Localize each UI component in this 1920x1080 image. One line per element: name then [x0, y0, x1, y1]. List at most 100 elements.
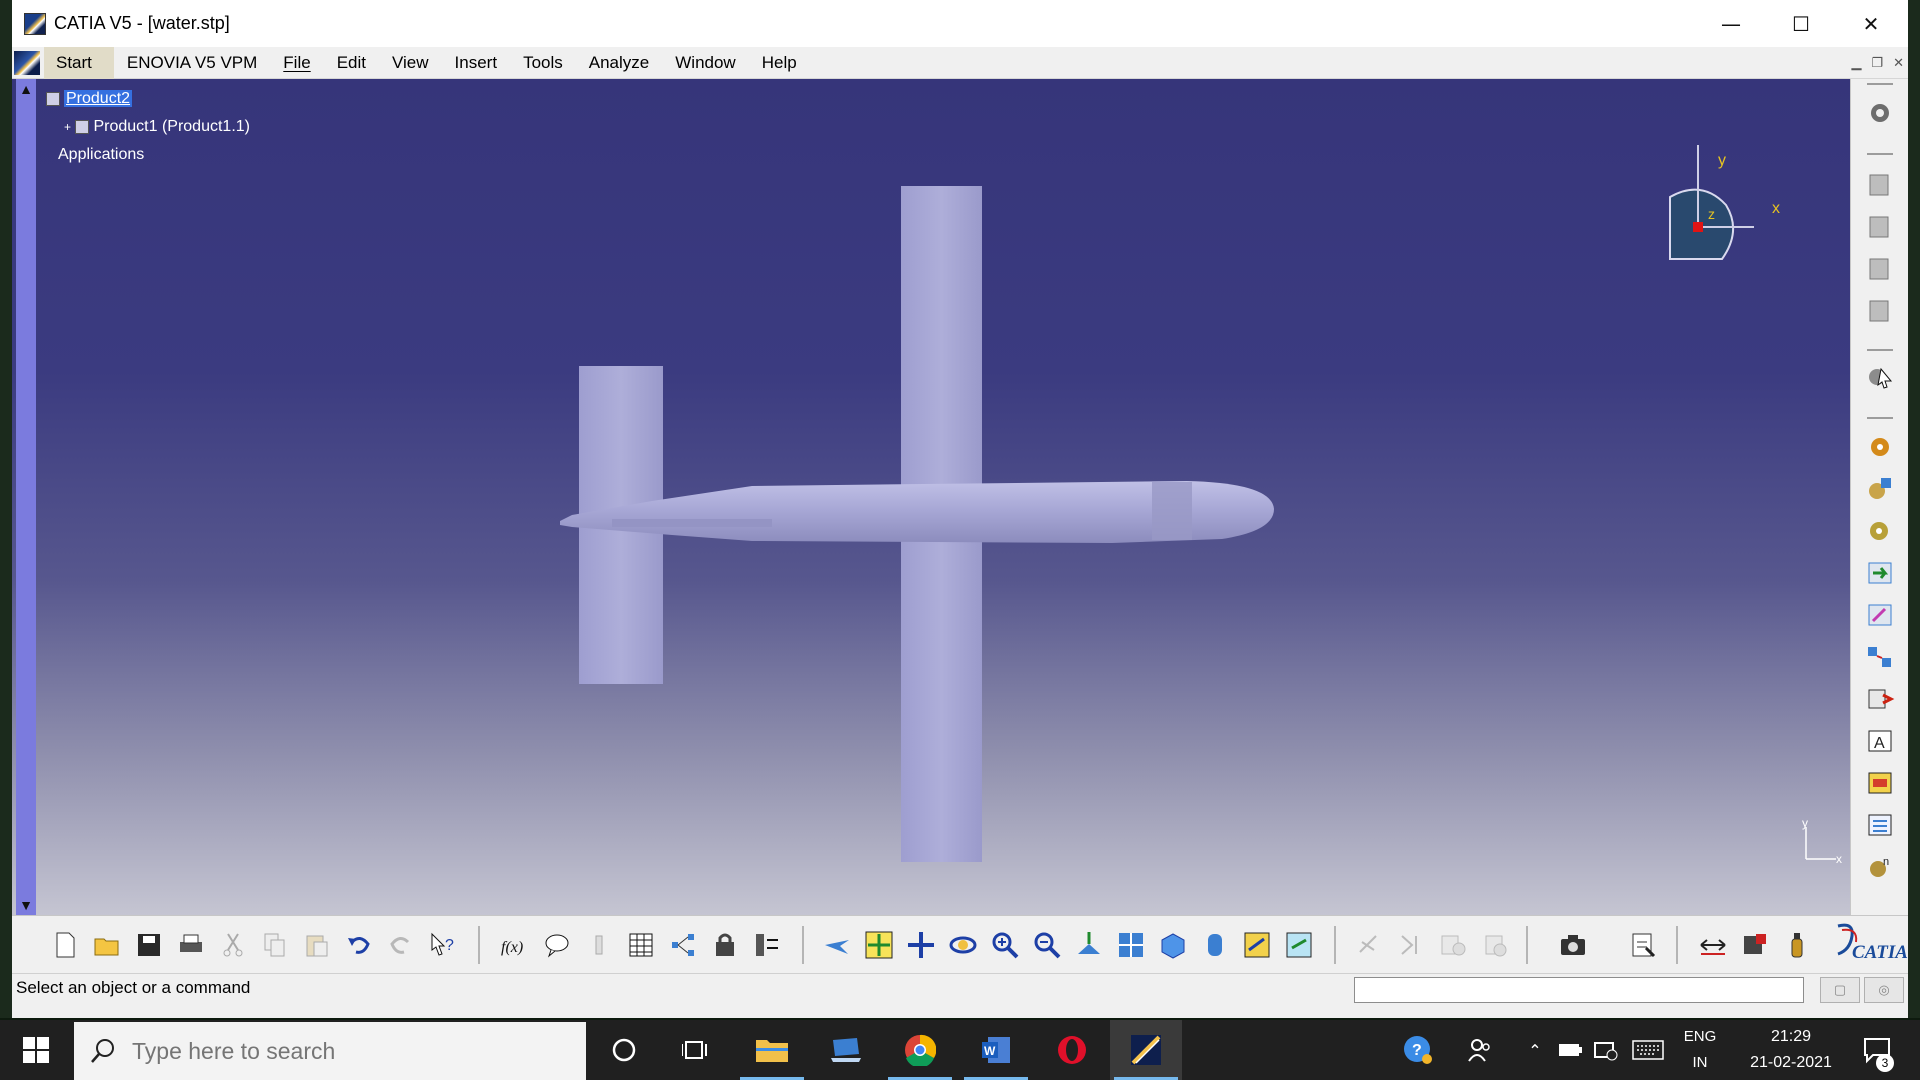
notifications-button[interactable]: 3 [1852, 1020, 1902, 1080]
minimize-button[interactable]: — [1696, 0, 1766, 47]
product-structure-icon-1[interactable] [1865, 171, 1895, 199]
menu-tools[interactable]: Tools [510, 47, 576, 79]
capture-icon[interactable] [1558, 930, 1588, 960]
iso-view-icon[interactable] [1158, 930, 1188, 960]
sectioning-icon[interactable]: A [1865, 727, 1895, 755]
taskbar-search-box[interactable] [74, 1022, 586, 1080]
next-icon[interactable] [1396, 930, 1426, 960]
select-arrow-icon[interactable] [1865, 363, 1895, 391]
print-icon[interactable] [176, 930, 206, 960]
menu-insert[interactable]: Insert [442, 47, 511, 79]
menu-enovia[interactable]: ENOVIA V5 VPM [114, 47, 270, 79]
catia-app-icon[interactable] [24, 12, 46, 35]
expand-icon[interactable]: + [64, 120, 71, 134]
catia-taskbar-button[interactable] [1110, 1020, 1182, 1080]
move-icon[interactable] [1865, 559, 1895, 587]
sketcher-gear-icon[interactable] [1865, 99, 1895, 127]
menu-help[interactable]: Help [749, 47, 810, 79]
paste-icon[interactable] [302, 930, 332, 960]
shading-icon[interactable] [1200, 930, 1230, 960]
file-explorer-button[interactable] [736, 1020, 808, 1080]
copy-icon[interactable] [260, 930, 290, 960]
menu-file[interactable]: File [270, 47, 323, 79]
doc-close-icon[interactable]: ✕ [1893, 55, 1904, 71]
zoom-in-icon[interactable] [990, 930, 1020, 960]
insert-component-icon[interactable] [1865, 475, 1895, 503]
menu-edit[interactable]: Edit [324, 47, 379, 79]
menu-analyze[interactable]: Analyze [576, 47, 662, 79]
parameter-icon[interactable] [752, 930, 782, 960]
power-input-button-2[interactable]: ◎ [1864, 977, 1904, 1003]
zoom-out-icon[interactable] [1032, 930, 1062, 960]
swap-icon[interactable] [1284, 930, 1314, 960]
3d-viewport[interactable]: ▲ ▼ Product2 + Product1 (Product1.1) App… [12, 79, 1850, 915]
inertia-icon[interactable] [1740, 930, 1770, 960]
maximize-button[interactable]: ☐ [1766, 0, 1836, 47]
whats-this-icon[interactable]: ? [428, 930, 458, 960]
aircraft-model[interactable] [12, 79, 1850, 915]
formula-icon[interactable]: f(x) [500, 930, 530, 960]
doc-minimize-icon[interactable]: ▁ [1851, 55, 1861, 71]
undo-icon[interactable] [344, 930, 374, 960]
multi-view-icon[interactable] [1116, 930, 1146, 960]
manipulation-icon[interactable] [1865, 517, 1895, 545]
word-button[interactable]: W [960, 1020, 1032, 1080]
normal-view-icon[interactable] [1074, 930, 1104, 960]
measure-icon[interactable] [1698, 930, 1728, 960]
menu-window[interactable]: Window [662, 47, 748, 79]
constraint-gear-icon[interactable] [1865, 433, 1895, 461]
table-icon[interactable] [626, 930, 656, 960]
start-button[interactable] [0, 1020, 72, 1080]
product-structure-icon-4[interactable] [1865, 297, 1895, 325]
annotation-icon[interactable] [1865, 769, 1895, 797]
show-hidden-icons-button[interactable]: ⌃ [1520, 1020, 1550, 1080]
cortana-button[interactable] [588, 1020, 660, 1080]
knowledge-icon[interactable] [542, 930, 572, 960]
power-input-field[interactable] [1354, 977, 1804, 1003]
fit-all-icon[interactable] [864, 930, 894, 960]
update-icon[interactable] [1628, 930, 1658, 960]
explode-icon[interactable] [1865, 643, 1895, 671]
product-structure-icon-3[interactable] [1865, 255, 1895, 283]
language-indicator[interactable]: ENG IN [1672, 1020, 1728, 1080]
clock[interactable]: 21:29 21-02-2021 [1736, 1020, 1846, 1080]
bill-of-material-icon[interactable]: n [1865, 853, 1895, 881]
product-structure-icon-2[interactable] [1865, 213, 1895, 241]
open-icon[interactable] [92, 930, 122, 960]
keyboard-tray[interactable] [1628, 1020, 1668, 1080]
task-view-button[interactable] [660, 1020, 732, 1080]
hide-show-icon[interactable] [1242, 930, 1272, 960]
tree-node-child[interactable]: + Product1 (Product1.1) [46, 113, 250, 141]
search-input[interactable] [132, 1037, 552, 1065]
tree-node-applications[interactable]: Applications [46, 141, 250, 169]
tree-applications-label[interactable]: Applications [58, 146, 144, 163]
tree-root-label[interactable]: Product2 [64, 90, 133, 107]
people-tray-button[interactable] [1462, 1020, 1498, 1080]
battery-tray[interactable] [1554, 1020, 1586, 1080]
catia-menu-logo-icon[interactable] [14, 50, 40, 75]
clash-icon[interactable] [1865, 685, 1895, 713]
menu-view[interactable]: View [379, 47, 442, 79]
pan-icon[interactable] [906, 930, 936, 960]
help-tray-button[interactable]: ? [1398, 1020, 1438, 1080]
lock-icon[interactable] [710, 930, 740, 960]
tree-node-root[interactable]: Product2 [46, 85, 250, 113]
compass-widget[interactable]: y x z [1630, 135, 1790, 285]
close-button[interactable]: ✕ [1836, 0, 1906, 47]
scenes-icon[interactable] [1865, 811, 1895, 839]
catalog-browser-icon[interactable] [1438, 930, 1468, 960]
power-input-button-1[interactable]: ▢ [1820, 977, 1860, 1003]
new-icon[interactable] [50, 930, 80, 960]
redo-icon[interactable] [386, 930, 416, 960]
lamp-icon[interactable] [584, 930, 614, 960]
chrome-button[interactable] [884, 1020, 956, 1080]
laptop-app-button[interactable] [810, 1020, 882, 1080]
component-icon[interactable] [1480, 930, 1510, 960]
fly-icon[interactable] [822, 930, 852, 960]
tree-child-label[interactable]: Product1 (Product1.1) [93, 118, 250, 135]
rotate-icon[interactable] [948, 930, 978, 960]
menu-start[interactable]: Start [44, 46, 114, 79]
save-icon[interactable] [134, 930, 164, 960]
opera-button[interactable] [1036, 1020, 1108, 1080]
graph-icon[interactable] [668, 930, 698, 960]
